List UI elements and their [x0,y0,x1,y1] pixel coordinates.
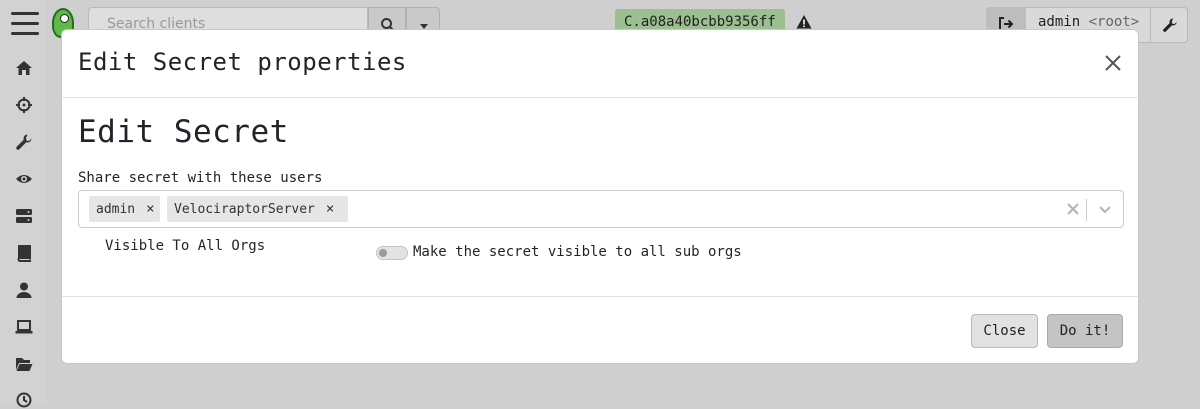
chip-remove-button[interactable]: × [321,201,339,217]
logo-eye [60,14,69,23]
eye-icon[interactable] [15,170,33,188]
book-icon[interactable] [15,244,33,262]
history-icon[interactable] [15,391,33,409]
home-icon[interactable] [15,59,33,77]
section-title: Edit Secret [78,114,289,150]
wrench-icon [1163,18,1177,32]
warning-icon [796,15,812,29]
server-icon[interactable] [15,207,33,225]
folder-open-icon[interactable] [15,355,33,373]
close-icon[interactable] [1102,52,1124,74]
edit-secret-modal: Edit Secret properties Edit Secret Share… [61,29,1139,364]
submit-button[interactable]: Do it! [1047,314,1123,348]
modal-header: Edit Secret properties [62,30,1138,98]
chevron-down-icon[interactable] [1097,201,1113,217]
chip-label: VelociraptorServer [174,201,315,217]
modal-footer: Close Do it! [62,296,1138,363]
chip-label: admin [96,201,136,217]
clear-selection-icon[interactable] [1065,201,1081,217]
user-icon[interactable] [15,281,33,299]
laptop-icon[interactable] [15,318,33,336]
settings-button[interactable] [1150,7,1189,43]
current-user-label[interactable]: admin <root> [1038,14,1139,30]
user-org: <root> [1088,14,1140,30]
indicator-separator [1086,199,1087,221]
visible-all-orgs-toggle[interactable] [376,246,408,260]
share-users-label: Share secret with these users [78,170,323,186]
sidebar [0,0,46,408]
hamburger-menu-icon[interactable] [11,12,39,42]
wrench-icon[interactable] [15,133,33,151]
username: admin [1038,14,1081,30]
selected-user-chip: admin × [89,196,160,222]
modal-body: Edit Secret Share secret with these user… [62,98,1138,296]
share-users-select[interactable]: admin × VelociraptorServer × [78,190,1124,228]
modal-title: Edit Secret properties [78,48,407,76]
crosshair-icon[interactable] [15,96,33,114]
selected-user-chip: VelociraptorServer × [167,196,348,222]
visible-all-orgs-label: Visible To All Orgs [105,238,266,254]
close-button[interactable]: Close [971,314,1038,348]
chip-remove-button[interactable]: × [141,201,159,217]
toggle-knob [379,249,387,257]
visible-all-orgs-description: Make the secret visible to all sub orgs [413,244,742,260]
